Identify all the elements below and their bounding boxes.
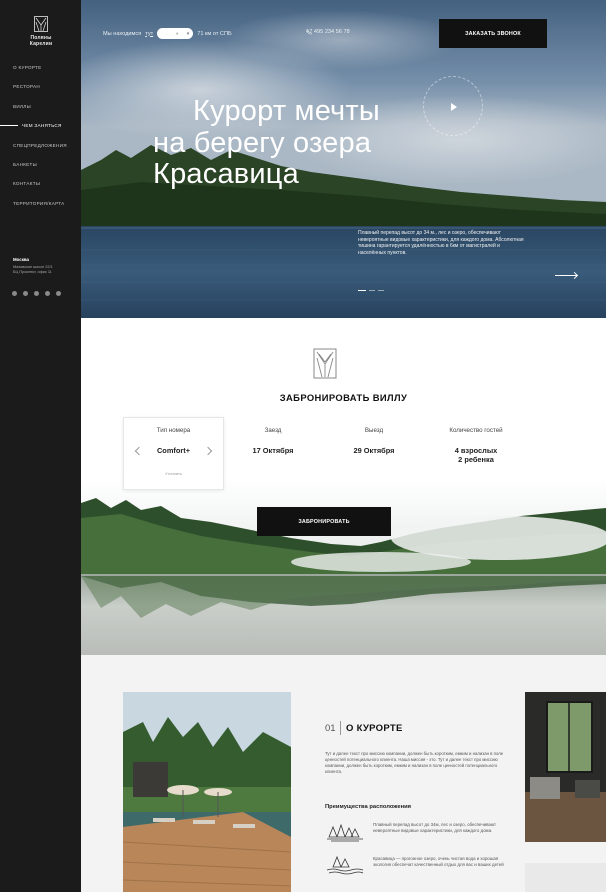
pager-dot[interactable]: [378, 290, 384, 291]
whatsapp-icon[interactable]: [56, 291, 61, 296]
address-line: БЦ Проспект, офис 11: [13, 270, 52, 274]
nav-item-restaurant[interactable]: РЕСТОРАН: [13, 83, 79, 102]
telegram-icon[interactable]: [12, 291, 17, 296]
guests-field[interactable]: Количество гостей 4 взрослых 2 ребенка: [431, 427, 521, 464]
location-link[interactable]: тут: [145, 31, 153, 37]
misty-lake-image: [81, 478, 606, 655]
nav-item-villas[interactable]: ВИЛЛЫ: [13, 103, 79, 122]
slider-pagination[interactable]: [358, 290, 384, 291]
play-icon: [451, 103, 457, 111]
main-nav: О КУРОРТЕ РЕСТОРАН ВИЛЛЫ ЧЕМ ЗАНЯТЬСЯ СП…: [0, 64, 79, 219]
hero-section: Мы находимся тут ● ▾ 71 км от СПБ +7 495 …: [81, 0, 606, 318]
nav-item-resort[interactable]: О КУРОРТЕ: [13, 64, 79, 83]
section-divider: [340, 721, 341, 735]
logo[interactable]: Поляны Карелии: [26, 16, 56, 47]
vk-icon[interactable]: [23, 291, 28, 296]
logo-mark-icon: [34, 16, 48, 32]
phone-block[interactable]: +7 495 234 56 78: [306, 29, 350, 35]
section-number: 01: [325, 723, 336, 734]
villa-interior-photo: [525, 692, 606, 842]
book-button[interactable]: ЗАБРОНИРОВАТЬ: [257, 507, 391, 536]
hero-title-line: Курорт мечты: [193, 95, 380, 127]
guests-value[interactable]: 4 взрослых 2 ребенка: [431, 446, 521, 464]
location-bar: Мы находимся тут ● ▾ 71 км от СПБ: [103, 28, 232, 39]
nav-item-activities[interactable]: ЧЕМ ЗАНЯТЬСЯ: [0, 122, 79, 141]
lake-view-icon: [326, 855, 364, 875]
villa-interior-image: [525, 692, 606, 842]
resort-logo-icon: [313, 348, 337, 379]
about-section: 01 О КУРОРТЕ Тут и далее текст про мисси…: [81, 655, 606, 892]
advantages-title: Преимущества расположения: [325, 804, 412, 810]
booking-section: ЗАБРОНИРОВАТЬ ВИЛЛУ Тип номера Comfort+ …: [81, 318, 606, 655]
nav-item-banquets[interactable]: БАНКЕТЫ: [13, 161, 79, 180]
checkin-value[interactable]: 17 Октября: [231, 446, 315, 455]
sidebar: Поляны Карелии О КУРОРТЕ РЕСТОРАН ВИЛЛЫ …: [0, 0, 81, 892]
guests-label: Количество гостей: [449, 427, 503, 434]
nav-item-map[interactable]: ТЕРРИТОРИЯ/КАРТА: [13, 200, 79, 219]
distance-text: 71 км от СПБ: [197, 30, 232, 37]
phone-number: +7 495 234 56 78: [306, 29, 350, 35]
address-city: Москва: [13, 257, 30, 262]
gallery-thumbnail[interactable]: [525, 863, 606, 892]
pager-dot[interactable]: [358, 290, 366, 291]
about-text: Тут и далее текст про миссию компании, д…: [325, 751, 504, 774]
nav-item-contacts[interactable]: КОНТАКТЫ: [13, 180, 79, 199]
logo-text: Поляны Карелии: [29, 35, 53, 47]
advantage-text: Плавный перепад высот до 34м, лес и озер…: [373, 822, 497, 833]
arrow-right-icon[interactable]: [555, 275, 577, 276]
checkout-value[interactable]: 29 Октября: [331, 446, 417, 455]
clarify-link[interactable]: Уточнить: [123, 471, 224, 476]
advantage-item: Плавный перепад высот до 34м, лес и озер…: [325, 819, 515, 843]
hero-description: Плавный перепад высот до 34 м., лес и оз…: [358, 230, 524, 256]
advantage-text: Красавица — прогонное озеро, очень чиста…: [373, 856, 504, 867]
room-type-label: Тип номера: [156, 427, 191, 434]
instagram-icon[interactable]: [45, 291, 50, 296]
page: Поляны Карелии О КУРОРТЕ РЕСТОРАН ВИЛЛЫ …: [0, 0, 606, 892]
location-prefix: Мы находимся: [103, 30, 142, 37]
resort-deck-photo: [123, 692, 291, 892]
about-title: О КУРОРТЕ: [346, 723, 403, 734]
address-block: Москва Маховское шоссе 22/1 БЦ Проспект,…: [13, 257, 75, 275]
play-video-button[interactable]: [423, 76, 483, 136]
forest-lake-icon: [327, 823, 363, 842]
nav-item-offers[interactable]: СПЕЦПРЕДЛОЖЕНИЯ: [13, 142, 79, 161]
checkin-label: Заезд: [264, 427, 282, 434]
resort-deck-image: [123, 692, 291, 892]
checkout-label: Выезд: [364, 427, 384, 434]
checkin-field[interactable]: Заезд 17 Октября: [231, 427, 315, 455]
hero-title: Курорт мечты на берегу озера Красавица: [153, 95, 443, 191]
hero-title-line: Красавица: [153, 158, 299, 190]
booking-title: ЗАБРОНИРОВАТЬ ВИЛЛУ: [279, 392, 408, 403]
guests-kids: 2 ребенка: [458, 455, 494, 464]
ok-icon[interactable]: [34, 291, 39, 296]
guests-adults: 4 взрослых: [454, 446, 498, 455]
social-links: [12, 291, 61, 296]
checkout-field[interactable]: Выезд 29 Октября: [331, 427, 417, 455]
advantage-item: Красавица — прогонное озеро, очень чиста…: [325, 853, 515, 877]
pager-dot[interactable]: [369, 290, 375, 291]
location-toggle[interactable]: ● ▾: [157, 28, 194, 39]
call-request-button[interactable]: ЗАКАЗАТЬ ЗВОНОК: [439, 19, 547, 48]
phone-icon: [306, 29, 312, 35]
hero-title-line: на берегу озера: [153, 126, 372, 159]
